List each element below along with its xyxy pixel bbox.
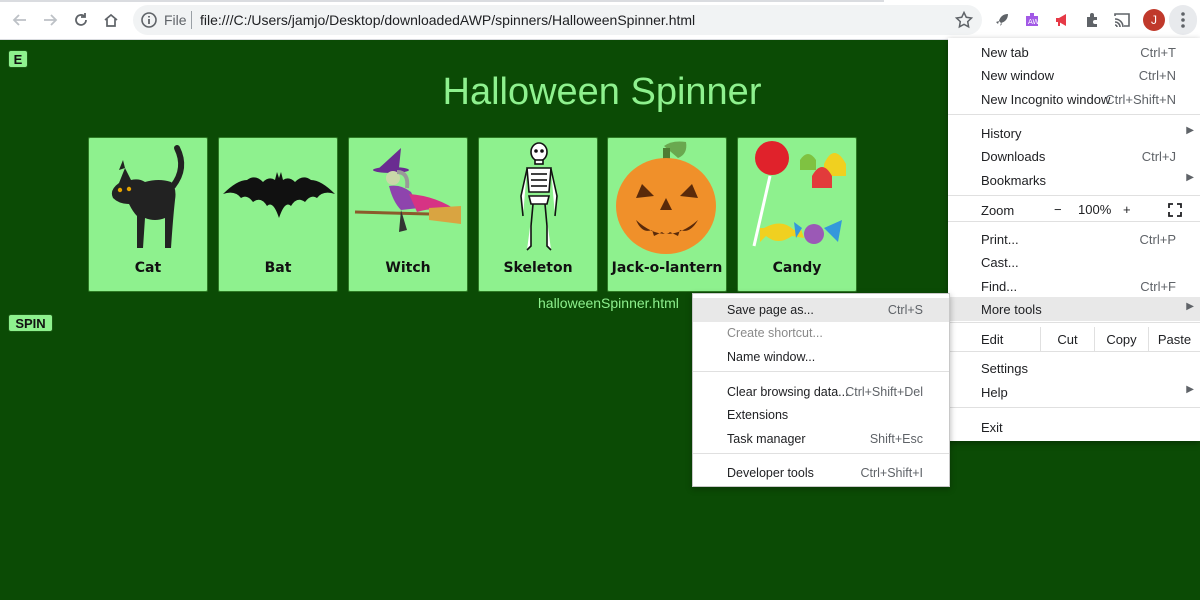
menu-divider [948, 114, 1200, 115]
menu-item-bookmarks[interactable]: Bookmarks ▶ [948, 168, 1200, 192]
menu-item-zoom: Zoom − 100% + [948, 198, 1200, 220]
cast-icon[interactable] [1112, 10, 1132, 30]
filename-text: halloweenSpinner.html [538, 295, 679, 311]
menu-item-more-tools[interactable]: More tools ▶ [948, 297, 1200, 321]
card-skeleton[interactable]: Skeleton [478, 137, 598, 292]
submenu-arrow-icon: ▶ [1186, 384, 1194, 395]
chrome-menu-button[interactable] [1169, 5, 1197, 35]
skeleton-icon [520, 142, 558, 251]
card-label-cat: Cat [134, 260, 162, 276]
chrome-main-menu: New tab Ctrl+T New window Ctrl+N New Inc… [948, 38, 1200, 441]
menu-divider [948, 221, 1200, 222]
reload-icon [75, 13, 87, 26]
extensions-puzzle-icon[interactable] [1082, 10, 1102, 30]
card-label-witch: Witch [385, 260, 431, 276]
arrow-left-icon [12, 14, 26, 26]
submenu-item-clear-browsing-data[interactable]: Clear browsing data... Ctrl+Shift+Del [693, 380, 949, 404]
bookmark-star-icon[interactable] [954, 10, 974, 30]
menu-item-edit: Edit Cut Copy Paste [948, 327, 1200, 351]
card-label-jack-o-lantern: Jack-o-lantern [611, 260, 723, 276]
menu-divider [948, 195, 1200, 196]
card-label-bat: Bat [264, 260, 292, 276]
arrow-right-icon [44, 14, 58, 26]
url-text[interactable]: file:///C:/Users/jamjo/Desktop/downloade… [200, 12, 695, 28]
card-bat[interactable]: Bat [218, 137, 338, 292]
forward-button[interactable] [38, 8, 62, 32]
profile-avatar[interactable]: J [1143, 9, 1165, 31]
menu-item-exit[interactable]: Exit [948, 415, 1200, 439]
spin-button[interactable]: SPIN [8, 314, 53, 332]
submenu-item-save-page[interactable]: Save page as... Ctrl+S [693, 298, 949, 322]
submenu-divider [693, 371, 949, 372]
submenu-divider [693, 453, 949, 454]
bat-icon [223, 172, 335, 218]
submenu-item-name-window[interactable]: Name window... [693, 345, 949, 369]
info-icon[interactable] [140, 11, 158, 29]
menu-item-help[interactable]: Help ▶ [948, 380, 1200, 404]
file-scheme-label: File [164, 12, 187, 28]
witch-icon [354, 148, 461, 232]
zoom-level: 100% [1078, 202, 1112, 217]
home-button[interactable] [99, 8, 123, 32]
card-label-skeleton: Skeleton [503, 260, 573, 276]
card-jack-o-lantern[interactable]: Jack-o-lantern [607, 137, 727, 292]
cat-icon [111, 145, 185, 248]
paste-button[interactable]: Paste [1148, 327, 1200, 351]
copy-button[interactable]: Copy [1094, 327, 1148, 351]
puzzle-piece-purple-icon[interactable]: AW [1022, 10, 1042, 30]
menu-divider [948, 407, 1200, 408]
fullscreen-icon[interactable] [1168, 203, 1182, 217]
tab-strip-edge [0, 0, 884, 2]
menu-item-find[interactable]: Find... Ctrl+F [948, 274, 1200, 298]
cut-button[interactable]: Cut [1040, 327, 1094, 351]
card-cat[interactable]: Cat [88, 137, 208, 292]
card-witch[interactable]: Witch [348, 137, 468, 292]
svg-text:AW: AW [1028, 18, 1039, 26]
more-tools-submenu: Save page as... Ctrl+S Create shortcut..… [692, 293, 950, 487]
menu-item-cast[interactable]: Cast... [948, 250, 1200, 274]
browser-toolbar: File file:///C:/Users/jamjo/Desktop/down… [0, 0, 1200, 40]
submenu-arrow-icon: ▶ [1186, 172, 1194, 183]
zoom-out-button[interactable]: − [1054, 202, 1062, 217]
submenu-arrow-icon: ▶ [1186, 301, 1194, 312]
more-vert-icon [1181, 12, 1185, 28]
menu-item-new-incognito[interactable]: New Incognito window Ctrl+Shift+N [948, 87, 1200, 111]
submenu-item-create-shortcut[interactable]: Create shortcut... [693, 321, 949, 345]
omnibox-separator [191, 11, 192, 29]
menu-item-history[interactable]: History ▶ [948, 121, 1200, 145]
submenu-item-extensions[interactable]: Extensions [693, 403, 949, 427]
back-button[interactable] [8, 8, 32, 32]
menu-divider [948, 351, 1200, 352]
card-candy[interactable]: Candy [737, 137, 857, 292]
e-button[interactable]: E [8, 50, 28, 68]
card-label-candy: Candy [772, 260, 822, 276]
rocket-extension-icon[interactable] [992, 10, 1012, 30]
menu-item-settings[interactable]: Settings [948, 356, 1200, 380]
menu-item-new-tab[interactable]: New tab Ctrl+T [948, 40, 1200, 64]
submenu-item-developer-tools[interactable]: Developer tools Ctrl+Shift+I [693, 461, 949, 485]
candy-icon [752, 141, 846, 247]
zoom-in-button[interactable]: + [1123, 202, 1131, 217]
submenu-arrow-icon: ▶ [1186, 125, 1194, 136]
menu-item-print[interactable]: Print... Ctrl+P [948, 227, 1200, 251]
address-bar[interactable]: File file:///C:/Users/jamjo/Desktop/down… [133, 5, 982, 35]
megaphone-extension-icon[interactable] [1052, 10, 1072, 30]
reload-button[interactable] [69, 8, 93, 32]
menu-item-downloads[interactable]: Downloads Ctrl+J [948, 144, 1200, 168]
menu-item-new-window[interactable]: New window Ctrl+N [948, 63, 1200, 87]
menu-divider [948, 322, 1200, 323]
jack-o-lantern-icon [616, 141, 716, 254]
submenu-item-task-manager[interactable]: Task manager Shift+Esc [693, 427, 949, 451]
home-icon [104, 13, 118, 27]
